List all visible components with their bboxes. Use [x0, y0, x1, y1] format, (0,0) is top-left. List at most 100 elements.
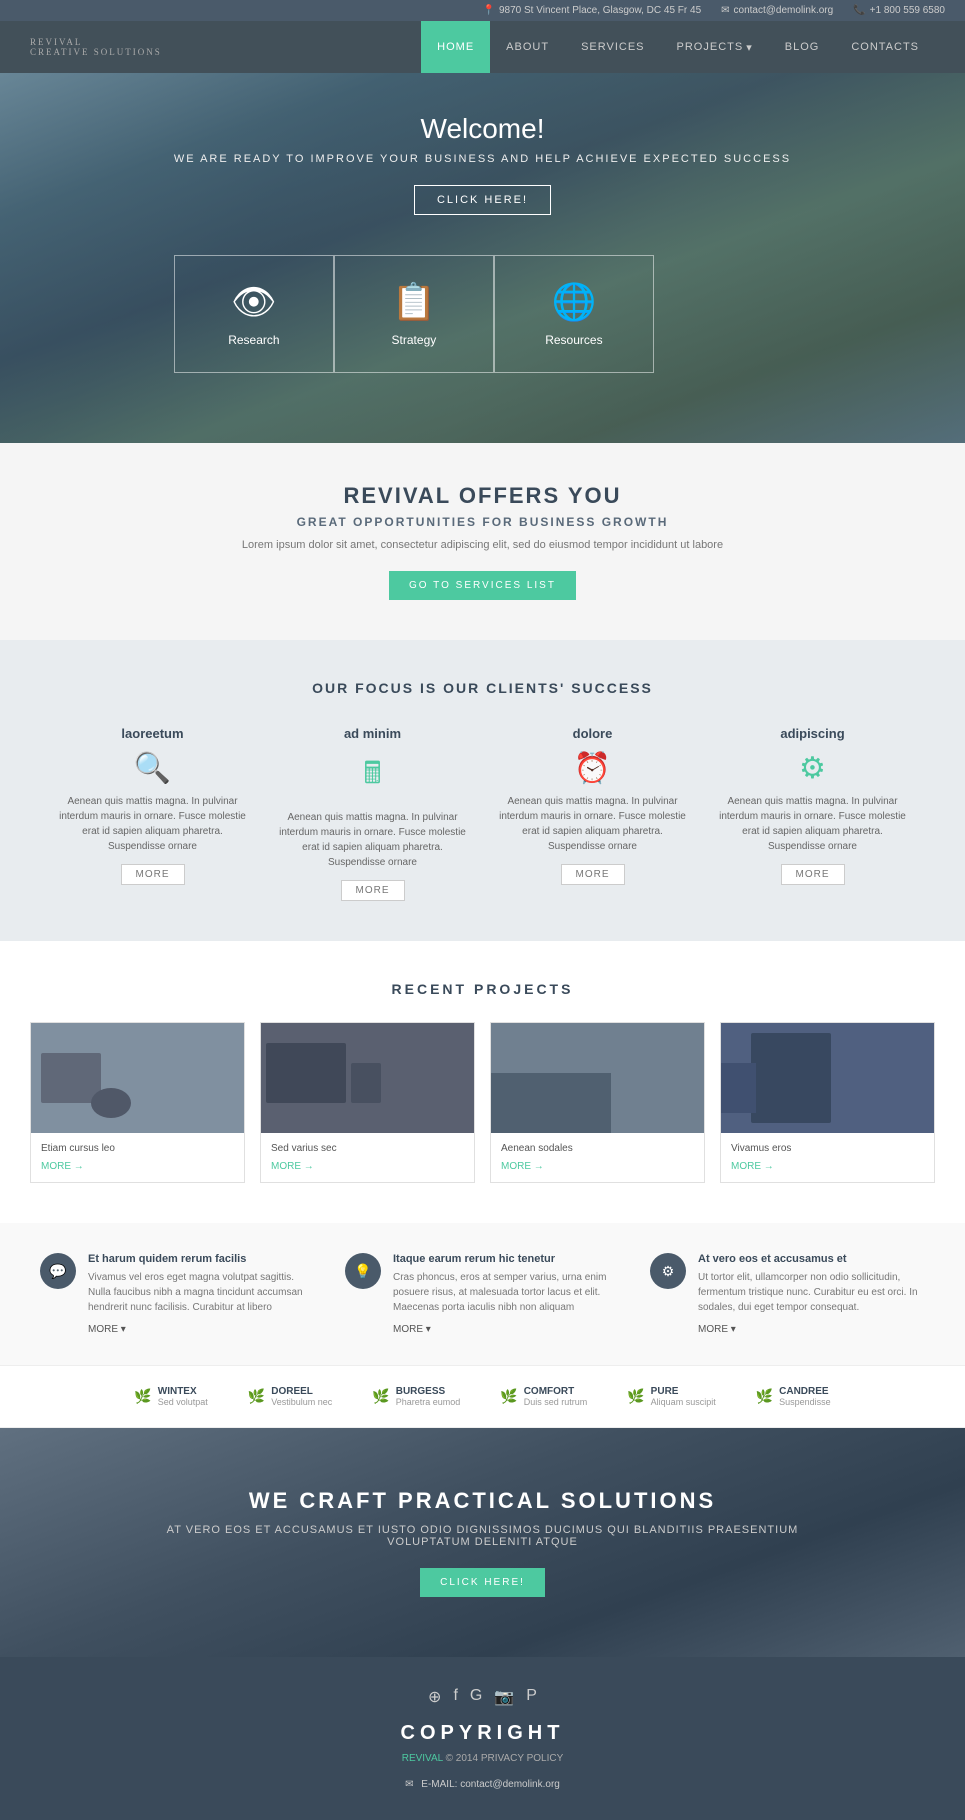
cta-button[interactable]: CLICK HERE!: [420, 1568, 545, 1597]
feature-box-strategy[interactable]: 📋 Strategy: [334, 255, 494, 373]
project-title-2: Sed varius sec: [271, 1143, 464, 1154]
footer-copyright-title: COPYRIGHT: [20, 1722, 945, 1745]
info-more-1[interactable]: MORE ▾: [88, 1324, 126, 1335]
nav-services[interactable]: SERVICES: [565, 21, 660, 73]
info-title-1: Et harum quidem rerum facilis: [88, 1253, 315, 1265]
offers-subtitle: GREAT OPPORTUNITIES FOR BUSINESS GROWTH: [20, 515, 945, 529]
offers-cta-button[interactable]: GO TO SERVICES LIST: [389, 571, 576, 600]
partner-candree: 🌿 CANDREE Suspendisse: [756, 1386, 831, 1407]
partner-name-candree: CANDREE: [779, 1386, 831, 1397]
focus-more-4[interactable]: MORE: [781, 864, 845, 885]
social-facebook[interactable]: f: [453, 1687, 457, 1707]
focus-grid: laoreetum 🔍 Aenean quis mattis magna. In…: [30, 726, 935, 901]
project-thumb-4: [721, 1023, 934, 1133]
email-contact[interactable]: ✉ contact@demolink.org: [721, 5, 833, 16]
footer-privacy[interactable]: PRIVACY POLICY: [481, 1753, 563, 1764]
phone-contact[interactable]: 📞 +1 800 559 6580: [853, 5, 945, 16]
partner-tagline-pure: Aliquam suscipit: [651, 1397, 716, 1407]
info-item-2: 💡 Itaque earum rerum hic tenetur Cras ph…: [345, 1253, 620, 1335]
social-rss[interactable]: ⊕: [428, 1687, 441, 1707]
location-icon: 📍: [483, 5, 495, 16]
info-icon-2: 💡: [345, 1253, 381, 1289]
research-icon: 👁: [205, 281, 303, 323]
project-thumb-3: [491, 1023, 704, 1133]
info-more-2[interactable]: MORE ▾: [393, 1324, 431, 1335]
adipiscing-icon: ⚙: [713, 751, 913, 786]
hero-subtitle: WE ARE READY TO IMPROVE YOUR BUSINESS AN…: [174, 153, 791, 165]
focus-item-title-4: adipiscing: [713, 726, 913, 741]
topbar: 📍 9870 St Vincent Place, Glasgow, DC 45 …: [0, 0, 965, 21]
partner-tagline-doreel: Vestibulum nec: [271, 1397, 332, 1407]
partner-name-pure: PURE: [651, 1386, 716, 1397]
project-more-2[interactable]: MORE →: [271, 1161, 314, 1172]
focus-section: OUR FOCUS IS OUR CLIENTS' SUCCESS laoree…: [0, 640, 965, 941]
info-more-3[interactable]: MORE ▾: [698, 1324, 736, 1335]
feature-box-resources[interactable]: 🌐 Resources: [494, 255, 654, 373]
partner-name-burgess: BURGESS: [396, 1386, 461, 1397]
cta-subtitle: AT VERO EOS ET ACCUSAMUS ET IUSTO ODIO D…: [30, 1524, 935, 1548]
focus-item-body-2: Aenean quis mattis magna. In pulvinar in…: [273, 810, 473, 870]
social-google[interactable]: G: [470, 1687, 482, 1707]
footer-email-label: E-MAIL:: [421, 1779, 457, 1790]
footer-email-icon: ✉: [405, 1779, 413, 1790]
feature-boxes: 👁 Research 📋 Strategy 🌐 Resources: [174, 255, 791, 373]
project-thumb-svg-2: [261, 1023, 474, 1133]
nav-about[interactable]: ABOUT: [490, 21, 565, 73]
project-thumb-svg-4: [721, 1023, 934, 1133]
projects-section: RECENT PROJECTS Etiam cursus leo MORE →: [0, 941, 965, 1223]
logo[interactable]: Revival Creative Solutions: [30, 37, 421, 57]
social-links: ⊕ f G 📷 P: [20, 1687, 945, 1707]
footer-copy: REVIVAL © 2014 PRIVACY POLICY: [20, 1753, 945, 1764]
nav-blog[interactable]: BLOG: [769, 21, 836, 73]
focus-item-title-2: ad minim: [273, 726, 473, 741]
project-card-1: Etiam cursus leo MORE →: [30, 1022, 245, 1183]
focus-item-title-3: dolore: [493, 726, 693, 741]
hero-cta-button[interactable]: CLICK HERE!: [414, 185, 551, 215]
info-body-1: Vivamus vel eros eget magna volutpat sag…: [88, 1270, 315, 1315]
hero-content: Welcome! WE ARE READY TO IMPROVE YOUR BU…: [174, 113, 791, 373]
partner-name-wintex: WINTEX: [158, 1386, 208, 1397]
offers-body: Lorem ipsum dolor sit amet, consectetur …: [20, 539, 945, 551]
social-pinterest[interactable]: P: [526, 1687, 537, 1707]
focus-item-title-1: laoreetum: [53, 726, 253, 741]
partner-tagline-comfort: Duis sed rutrum: [524, 1397, 588, 1407]
nav-contacts[interactable]: CONTACTS: [835, 21, 935, 73]
footer-email-address: contact@demolink.org: [460, 1779, 560, 1790]
feature-box-research[interactable]: 👁 Research: [174, 255, 334, 373]
adminim-icon: 🖩: [273, 751, 473, 802]
project-more-3[interactable]: MORE →: [501, 1161, 544, 1172]
info-title-2: Itaque earum rerum hic tenetur: [393, 1253, 620, 1265]
strategy-icon: 📋: [365, 281, 463, 323]
project-card-4: Vivamus eros MORE →: [720, 1022, 935, 1183]
feature-label-strategy: Strategy: [392, 333, 437, 347]
partner-tagline-wintex: Sed volutpat: [158, 1397, 208, 1407]
feature-label-research: Research: [228, 333, 279, 347]
focus-more-3[interactable]: MORE: [561, 864, 625, 885]
partner-name-comfort: COMFORT: [524, 1386, 588, 1397]
project-title-4: Vivamus eros: [731, 1143, 924, 1154]
focus-item-body-4: Aenean quis mattis magna. In pulvinar in…: [713, 794, 913, 854]
partner-icon-doreel: 🌿: [248, 1388, 265, 1405]
cta-title: WE CRAFT PRACTICAL SOLUTIONS: [30, 1488, 935, 1514]
focus-item-dolore: dolore ⏰ Aenean quis mattis magna. In pu…: [493, 726, 693, 901]
cta-banner: WE CRAFT PRACTICAL SOLUTIONS AT VERO EOS…: [0, 1428, 965, 1657]
partner-tagline-candree: Suspendisse: [779, 1397, 831, 1407]
project-more-1[interactable]: MORE →: [41, 1161, 84, 1172]
nav-home[interactable]: HOME: [421, 21, 490, 73]
hero-title: Welcome!: [174, 113, 791, 145]
main-nav: HOME ABOUT SERVICES PROJECTS ▾ BLOG CONT…: [421, 21, 935, 73]
focus-title: OUR FOCUS IS OUR CLIENTS' SUCCESS: [30, 680, 935, 696]
project-thumb-2: [261, 1023, 474, 1133]
info-item-3: ⚙ At vero eos et accusamus et Ut tortor …: [650, 1253, 925, 1335]
partner-tagline-burgess: Pharetra eumod: [396, 1397, 461, 1407]
social-instagram[interactable]: 📷: [494, 1687, 514, 1707]
partner-icon-candree: 🌿: [756, 1388, 773, 1405]
nav-projects[interactable]: PROJECTS ▾: [661, 21, 769, 73]
focus-more-2[interactable]: MORE: [341, 880, 405, 901]
info-body-3: Ut tortor elit, ullamcorper non odio sol…: [698, 1270, 925, 1315]
focus-item-adminim: ad minim 🖩 Aenean quis mattis magna. In …: [273, 726, 473, 901]
dolore-icon: ⏰: [493, 751, 693, 786]
project-more-4[interactable]: MORE →: [731, 1161, 774, 1172]
focus-more-1[interactable]: MORE: [121, 864, 185, 885]
project-info-4: Vivamus eros MORE →: [721, 1133, 934, 1182]
